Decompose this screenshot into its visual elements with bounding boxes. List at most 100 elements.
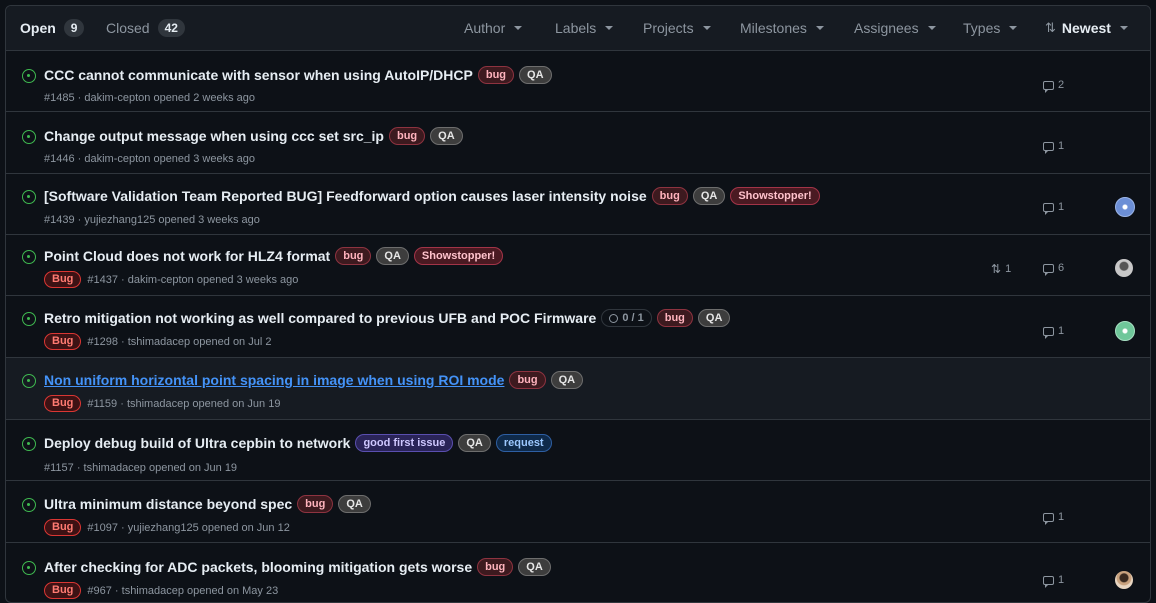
label-qa[interactable]: QA: [697, 309, 731, 327]
label-bug[interactable]: bug: [335, 247, 372, 265]
open-label: Open: [20, 20, 56, 36]
comment-count-value: 1: [1058, 201, 1065, 213]
assignee-avatar[interactable]: [1115, 197, 1135, 217]
label-bug[interactable]: bug: [509, 371, 546, 389]
issue-type-badge[interactable]: Bug: [44, 395, 82, 412]
issue-row[interactable]: Retro mitigation not working as well com…: [6, 295, 1150, 358]
issue-title[interactable]: Change output message when using ccc set…: [44, 128, 384, 144]
comment-count-value: 1: [1058, 140, 1065, 152]
sort-icon: ⇅: [1045, 20, 1056, 35]
issue-meta: #1097 · yujiezhang125 opened on Jun 12: [87, 521, 290, 534]
label-qa[interactable]: QA: [518, 558, 551, 576]
issue-title[interactable]: Ultra minimum distance beyond spec: [44, 496, 292, 512]
comment-icon: [1043, 80, 1054, 93]
issue-row[interactable]: Ultra minimum distance beyond spec bug Q…: [6, 480, 1150, 543]
issue-open-icon: [22, 437, 36, 451]
milestones-filter-label: Milestones: [740, 20, 807, 36]
issue-open-icon: [22, 130, 36, 144]
label-request[interactable]: request: [495, 434, 552, 452]
chevron-down-icon: [815, 26, 824, 30]
comment-count[interactable]: 6: [1043, 262, 1065, 276]
issue-row[interactable]: Change output message when using ccc set…: [6, 111, 1150, 174]
label-qa[interactable]: QA: [376, 247, 409, 265]
issue-title[interactable]: [Software Validation Team Reported BUG] …: [44, 188, 647, 204]
issue-title[interactable]: CCC cannot communicate with sensor when …: [44, 67, 473, 83]
issue-title[interactable]: Point Cloud does not work for HLZ4 forma…: [44, 248, 330, 264]
label-qa[interactable]: QA: [692, 187, 726, 205]
label-qa[interactable]: QA: [458, 434, 491, 452]
comment-count[interactable]: 1: [1043, 511, 1064, 525]
assignee-avatar[interactable]: [1115, 321, 1135, 341]
issue-row[interactable]: Non uniform horizontal point spacing in …: [6, 357, 1150, 420]
label-showstopper[interactable]: Showstopper!: [730, 187, 820, 205]
label-bug[interactable]: bug: [388, 127, 426, 145]
closed-issues-tab[interactable]: Closed 42: [106, 6, 185, 50]
author-filter[interactable]: Author: [464, 6, 523, 50]
issue-list-header: Open 9 Closed 42 Author Labels Projects …: [6, 6, 1150, 51]
issue-open-icon: [22, 250, 36, 264]
issue-row[interactable]: [Software Validation Team Reported BUG] …: [6, 173, 1150, 235]
linked-pull-requests[interactable]: ⇅ 1: [991, 262, 1011, 276]
author-filter-label: Author: [464, 20, 506, 36]
label-bug[interactable]: bug: [297, 495, 334, 513]
assignees-filter[interactable]: Assignees: [854, 6, 936, 50]
label-qa[interactable]: QA: [338, 495, 371, 513]
issue-open-icon: [22, 561, 36, 575]
issue-title[interactable]: Retro mitigation not working as well com…: [44, 310, 596, 326]
comment-icon: [1043, 141, 1054, 154]
assignee-avatar[interactable]: [1115, 571, 1133, 589]
comment-count[interactable]: 2: [1043, 79, 1065, 93]
closed-label: Closed: [106, 20, 150, 36]
issue-type-badge[interactable]: Bug: [44, 271, 82, 288]
issue-open-icon: [22, 190, 36, 204]
label-qa[interactable]: QA: [550, 371, 584, 389]
issue-title[interactable]: After checking for ADC packets, blooming…: [44, 559, 472, 575]
label-good-first-issue[interactable]: good first issue: [355, 434, 454, 452]
issue-open-icon: [22, 374, 36, 388]
issue-type-badge[interactable]: Bug: [44, 519, 82, 536]
issue-type-badge[interactable]: Bug: [44, 333, 82, 350]
issue-row[interactable]: Point Cloud does not work for HLZ4 forma…: [6, 234, 1150, 296]
closed-count: 42: [157, 19, 185, 37]
label-bug[interactable]: bug: [477, 558, 514, 576]
issue-row[interactable]: CCC cannot communicate with sensor when …: [6, 50, 1150, 112]
comment-count-value: 6: [1058, 262, 1065, 274]
projects-filter-label: Projects: [643, 20, 694, 36]
comment-count[interactable]: 1: [1043, 201, 1065, 215]
progress-ring-icon: [609, 313, 619, 323]
comment-icon: [1043, 512, 1054, 525]
open-issues-tab[interactable]: Open 9: [20, 6, 85, 50]
comment-count[interactable]: 1: [1043, 140, 1065, 154]
issue-type-badge[interactable]: Bug: [44, 582, 82, 599]
issue-meta: #1485 · dakim-cepton opened 2 weeks ago: [44, 92, 255, 104]
label-showstopper[interactable]: Showstopper!: [413, 247, 504, 265]
label-bug[interactable]: bug: [477, 66, 515, 84]
label-bug[interactable]: bug: [656, 309, 693, 327]
sub-issue-progress-value: 0 / 1: [622, 311, 644, 324]
assignees-filter-label: Assignees: [854, 20, 919, 36]
labels-filter[interactable]: Labels: [555, 6, 614, 50]
types-filter[interactable]: Types: [963, 6, 1018, 50]
comment-count-value: 1: [1058, 574, 1065, 586]
pull-request-icon: ⇅: [991, 262, 1002, 276]
issue-title[interactable]: Deploy debug build of Ultra cepbin to ne…: [44, 435, 350, 451]
comment-icon: [1043, 202, 1054, 215]
sort-dropdown[interactable]: ⇅ Newest: [1045, 6, 1128, 50]
issue-row[interactable]: After checking for ADC packets, blooming…: [6, 542, 1150, 602]
issue-title[interactable]: Non uniform horizontal point spacing in …: [44, 372, 504, 388]
issue-row[interactable]: Deploy debug build of Ultra cepbin to ne…: [6, 419, 1150, 481]
label-qa[interactable]: QA: [430, 127, 463, 145]
projects-filter[interactable]: Projects: [643, 6, 711, 50]
comment-count[interactable]: 1: [1043, 574, 1065, 588]
label-qa[interactable]: QA: [519, 66, 552, 84]
issue-meta: #1437 · dakim-cepton opened 3 weeks ago: [87, 273, 299, 286]
comment-icon: [1043, 326, 1054, 339]
comment-count[interactable]: 1: [1043, 325, 1064, 339]
assignee-avatar[interactable]: [1115, 259, 1133, 277]
label-bug[interactable]: bug: [651, 187, 688, 205]
sub-issue-progress[interactable]: 0 / 1: [601, 309, 652, 327]
issue-meta: #1157 · tshimadacep opened on Jun 19: [44, 462, 238, 474]
chevron-down-icon: [1119, 26, 1128, 30]
milestones-filter[interactable]: Milestones: [740, 6, 824, 50]
comment-count-value: 2: [1058, 79, 1065, 91]
